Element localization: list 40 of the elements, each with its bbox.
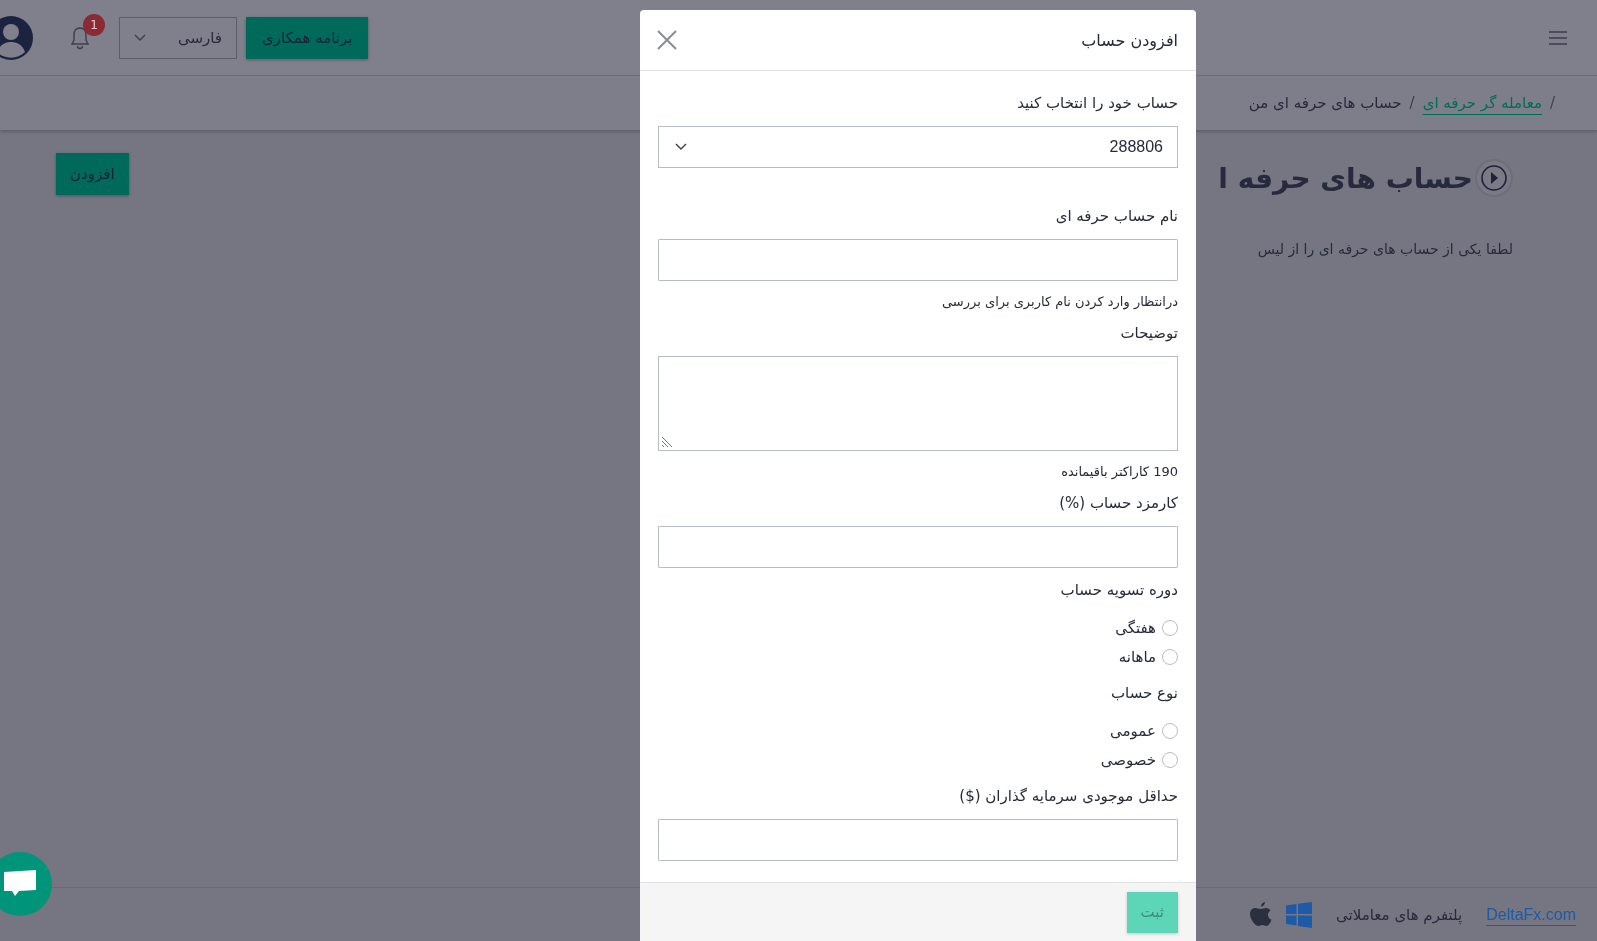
radio-option[interactable]: عمومی — [1110, 716, 1178, 745]
bell-icon[interactable] — [69, 25, 91, 50]
page-description: لطفا یکی از حساب های حرفه ای را از لیس — [1256, 241, 1513, 257]
field-label: حساب خود را انتخاب کنید — [1016, 93, 1178, 113]
caret-icon — [675, 143, 687, 151]
notification-badge: 1 — [83, 13, 105, 36]
close-icon[interactable] — [656, 29, 678, 51]
field-label: توضیحات — [1119, 323, 1178, 343]
resize-grip-icon[interactable] — [661, 436, 673, 448]
input-field[interactable] — [658, 239, 1178, 281]
language-select[interactable]: فارسی — [119, 16, 237, 59]
chat-button[interactable] — [0, 852, 52, 916]
partner-program-button[interactable]: برنامه همکاری — [246, 16, 369, 59]
page-title: حساب های حرفه ا — [1218, 161, 1473, 195]
account-select[interactable]: 288806 — [658, 126, 1178, 168]
character-counter: 190 کاراکتر باقیمانده — [1060, 463, 1178, 481]
radio-option[interactable]: ماهانه — [1118, 642, 1178, 671]
input-field[interactable] — [658, 819, 1178, 861]
field-label: نوع حساب — [1110, 683, 1178, 703]
dialog-title: افزودن حساب — [1081, 30, 1178, 50]
play-circle-icon[interactable] — [1475, 159, 1513, 197]
platforms-label: پلتفرم های معاملاتی — [1336, 905, 1463, 924]
field-label: دوره تسویه حساب — [1059, 580, 1178, 600]
field-label: کارمزد حساب (%) — [1058, 493, 1178, 513]
description-textarea[interactable] — [658, 356, 1178, 451]
breadcrumb-item: حساب های حرفه ای من — [1248, 94, 1402, 112]
field-hint: درانتظار وارد کردن نام کاربری برای بررسی — [941, 293, 1178, 311]
avatar-icon[interactable] — [0, 15, 33, 60]
menu-icon[interactable] — [1549, 30, 1567, 45]
caret-icon — [134, 33, 146, 42]
radio-option[interactable]: خصوصی — [1100, 745, 1178, 774]
input-field[interactable] — [658, 526, 1178, 568]
windows-logo-icon[interactable] — [1286, 901, 1313, 928]
field-label: حداقل موجودی سرمایه گذاران ($) — [958, 786, 1178, 806]
field-label: نام حساب حرفه ای — [1054, 206, 1178, 226]
apple-logo-icon[interactable] — [1250, 901, 1273, 928]
breadcrumb-separator: / — [1549, 94, 1555, 112]
add-button[interactable]: افزودن — [56, 153, 129, 195]
breadcrumb-separator: / — [1409, 94, 1415, 112]
radio-option[interactable]: هفتگی — [1115, 613, 1178, 642]
